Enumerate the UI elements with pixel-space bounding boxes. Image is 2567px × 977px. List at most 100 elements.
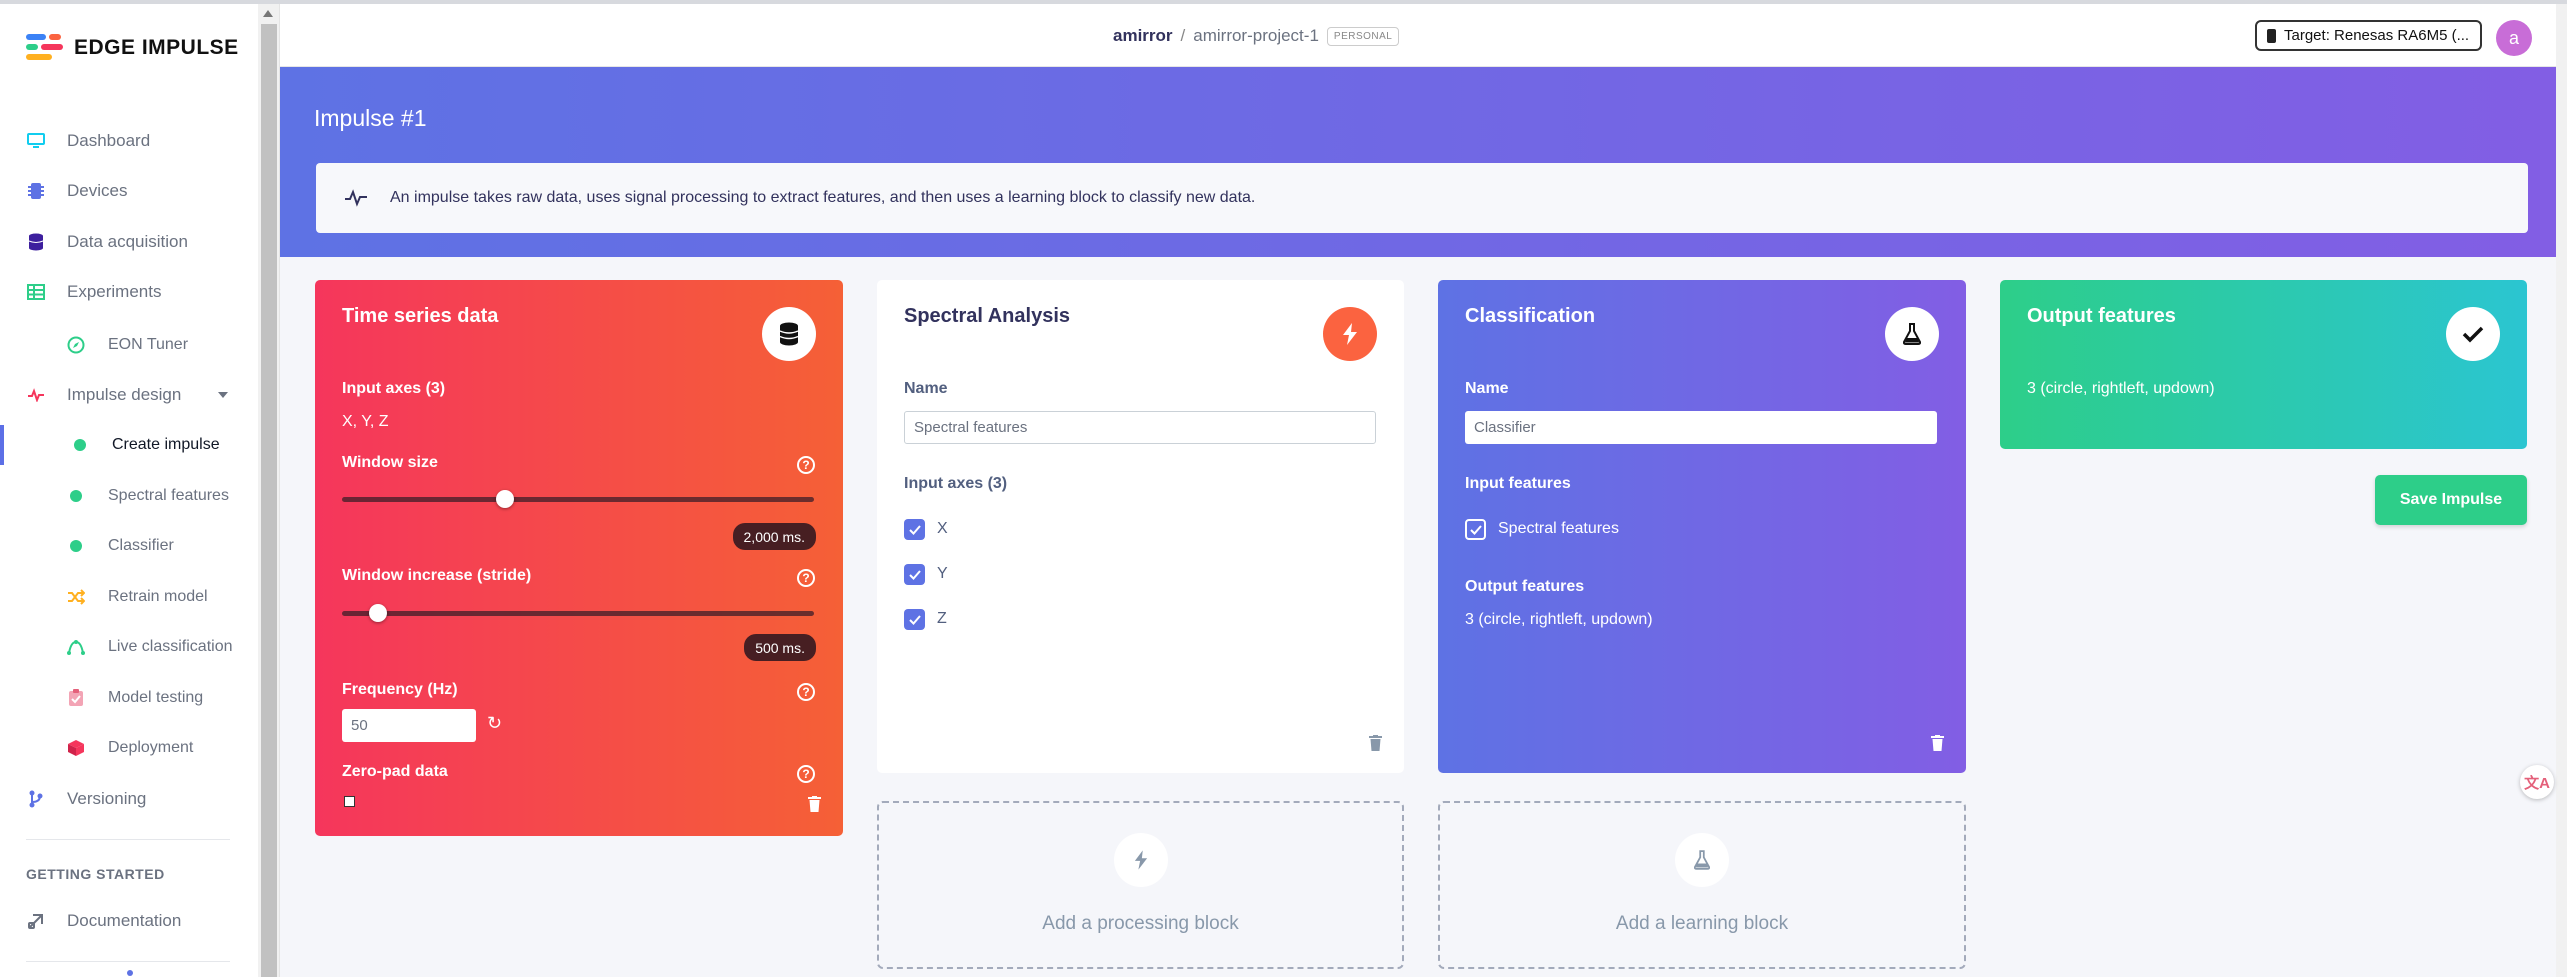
trash-icon[interactable] — [1931, 735, 1944, 751]
frequency-input[interactable]: 50 — [342, 709, 476, 742]
chevron-down-icon — [218, 392, 228, 398]
sidebar-item-eon-tuner[interactable]: EON Tuner — [0, 325, 258, 365]
refresh-icon[interactable]: ↻ — [487, 713, 502, 734]
top-header: amirror / amirror-project-1 PERSONAL Tar… — [280, 4, 2567, 67]
sidebar-divider — [26, 839, 230, 840]
book-icon — [26, 911, 46, 931]
save-impulse-button[interactable]: Save Impulse — [2375, 475, 2527, 525]
axis-y-checkbox[interactable] — [904, 564, 925, 585]
sidebar-item-experiments[interactable]: Experiments — [0, 272, 258, 312]
breadcrumb-separator: / — [1180, 26, 1186, 45]
sidebar-item-label: Impulse design — [67, 385, 182, 404]
pulse-icon — [26, 385, 46, 405]
translate-icon[interactable]: 文A — [2520, 765, 2554, 799]
pulse-icon — [345, 189, 367, 207]
personal-badge: PERSONAL — [1326, 26, 1400, 46]
info-text: An impulse takes raw data, uses signal p… — [390, 189, 1256, 206]
cube-icon — [66, 738, 86, 758]
dot-icon — [66, 536, 86, 556]
lightning-icon — [1323, 307, 1377, 361]
dot-icon — [66, 486, 86, 506]
stride-label: Window increase (stride) — [342, 567, 532, 584]
sidebar-item-label: Experiments — [67, 282, 162, 301]
help-icon[interactable]: ? — [797, 765, 815, 783]
card-title: Classification — [1465, 305, 1596, 327]
add-learning-label: Add a learning block — [1615, 913, 1789, 934]
window-size-label: Window size — [342, 454, 438, 471]
sidebar-item-data-acquisition[interactable]: Data acquisition — [0, 222, 258, 262]
sidebar-item-label: EON Tuner — [108, 336, 189, 353]
zero-pad-label: Zero-pad data — [342, 763, 448, 780]
help-icon[interactable]: ? — [797, 683, 815, 701]
sidebar-item-live-classification[interactable]: Live classification — [0, 627, 258, 667]
classification-card: Classification Name Classifier Input fea… — [1438, 280, 1966, 773]
add-processing-block-button[interactable]: Add a processing block — [877, 801, 1404, 969]
target-device-button[interactable]: Target: Renesas RA6M5 (... — [2255, 20, 2482, 51]
monitor-icon — [26, 131, 46, 151]
spectral-features-checkbox[interactable] — [1465, 519, 1486, 540]
output-features-value: 3 (circle, rightleft, updown) — [2027, 380, 2215, 397]
breadcrumb-project[interactable]: amirror-project-1 — [1193, 26, 1319, 46]
axis-x-checkbox[interactable] — [904, 519, 925, 540]
sidebar-item-create-impulse[interactable]: Create impulse — [0, 425, 258, 465]
time-series-card: Time series data Input axes (3) X, Y, Z … — [315, 280, 843, 836]
sidebar-item-classifier[interactable]: Classifier — [0, 526, 258, 566]
sidebar-item-label: Deployment — [108, 739, 194, 756]
sidebar-item-devices[interactable]: Devices — [0, 171, 258, 211]
git-branch-icon — [26, 789, 46, 809]
classifier-name-input[interactable]: Classifier — [1465, 411, 1937, 444]
spectral-name-input[interactable]: Spectral features — [904, 411, 1376, 444]
input-axes-value: X, Y, Z — [342, 413, 389, 430]
sidebar-item-label: Data acquisition — [67, 232, 188, 251]
sidebar-item-versioning[interactable]: Versioning — [0, 779, 258, 819]
sidebar-item-retrain-model[interactable]: Retrain model — [0, 577, 258, 617]
axis-label: Z — [937, 610, 947, 627]
sidebar-item-documentation[interactable]: Documentation — [0, 901, 258, 941]
lightning-icon — [1113, 833, 1168, 887]
scroll-up-arrow-icon[interactable] — [263, 10, 273, 17]
axis-label: Y — [937, 565, 948, 582]
axis-z-checkbox[interactable] — [904, 609, 925, 630]
avatar[interactable]: a — [2496, 20, 2532, 56]
section-title-getting-started: GETTING STARTED — [26, 866, 165, 882]
sparkle-icon — [127, 970, 133, 976]
output-features-label: Output features — [1465, 578, 1585, 595]
slider-handle[interactable] — [496, 490, 515, 508]
sidebar-item-dashboard[interactable]: Dashboard — [0, 121, 258, 161]
impulse-info-box: An impulse takes raw data, uses signal p… — [316, 163, 2528, 233]
add-learning-block-button[interactable]: Add a learning block — [1438, 801, 1966, 969]
window-size-slider[interactable] — [342, 490, 814, 508]
slider-handle[interactable] — [369, 604, 388, 622]
trash-icon[interactable] — [808, 796, 821, 812]
sidebar-item-model-testing[interactable]: Model testing — [0, 678, 258, 718]
sidebar-item-label: Retrain model — [108, 588, 208, 605]
input-feature-label: Spectral features — [1498, 520, 1619, 537]
sidebar-item-label: Dashboard — [67, 131, 151, 150]
help-icon[interactable]: ? — [797, 456, 815, 474]
trash-icon[interactable] — [1369, 735, 1382, 751]
flask-icon — [1885, 307, 1939, 361]
sidebar-item-label: Spectral features — [108, 487, 229, 504]
zero-pad-checkbox[interactable] — [344, 796, 355, 807]
chip-icon — [2267, 28, 2276, 43]
database-icon — [26, 232, 46, 252]
page-scrollbar[interactable] — [2556, 4, 2567, 977]
live-icon — [66, 637, 86, 657]
breadcrumb-user[interactable]: amirror — [1113, 26, 1173, 46]
frequency-label: Frequency (Hz) — [342, 681, 458, 698]
stride-value: 500 ms. — [744, 634, 816, 661]
sidebar-item-spectral-features[interactable]: Spectral features — [0, 476, 258, 516]
help-icon[interactable]: ? — [797, 569, 815, 587]
card-title: Output features — [2027, 305, 2176, 327]
sidebar-scrollbar[interactable] — [258, 4, 280, 977]
breadcrumb: amirror / amirror-project-1 PERSONAL — [1113, 26, 1400, 46]
sidebar: EDGE IMPULSE Dashboard Devices Data acqu… — [0, 4, 258, 977]
input-axes-label: Input axes (3) — [342, 380, 446, 397]
sidebar-item-deployment[interactable]: Deployment — [0, 728, 258, 768]
scrollbar-thumb[interactable] — [261, 24, 277, 977]
chip-icon — [26, 181, 46, 201]
app-logo[interactable]: EDGE IMPULSE — [26, 34, 239, 62]
stride-slider[interactable] — [342, 604, 814, 622]
sidebar-item-label: Live classification — [108, 638, 233, 655]
sidebar-item-impulse-design[interactable]: Impulse design — [0, 375, 258, 415]
